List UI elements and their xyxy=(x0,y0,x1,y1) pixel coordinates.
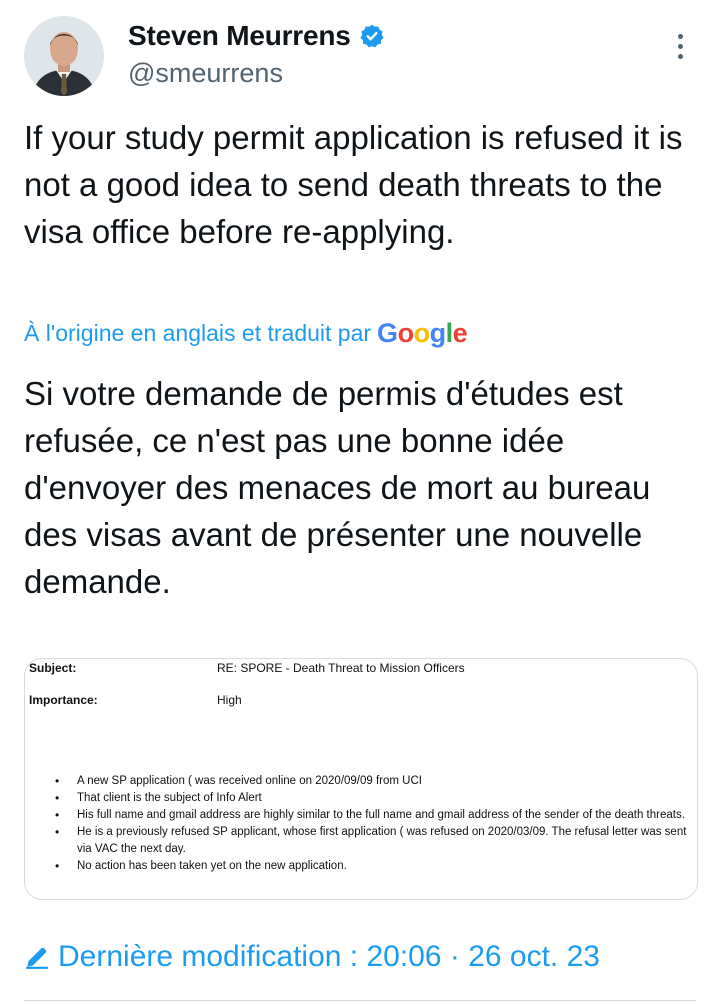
last-edited-link[interactable]: Dernière modification : 20:06 · 26 oct. … xyxy=(24,940,600,974)
google-logo: Google xyxy=(377,318,468,348)
email-subject-label: Subject: xyxy=(29,661,77,675)
translation-attribution[interactable]: À l'origine en anglais et traduit par Go… xyxy=(24,318,468,349)
email-subject-value: RE: SPORE - Death Threat to Mission Offi… xyxy=(217,661,465,675)
display-name[interactable]: Steven Meurrens xyxy=(128,20,351,52)
email-importance-label: Importance: xyxy=(29,693,98,707)
user-handle[interactable]: @smeurrens xyxy=(128,58,283,89)
tweet-header: Steven Meurrens @smeurrens xyxy=(24,14,696,98)
attached-image[interactable]: Subject: RE: SPORE - Death Threat to Mis… xyxy=(24,658,698,900)
list-item: His full name and gmail address are high… xyxy=(55,807,687,824)
tweet-text: If your study permit application is refu… xyxy=(24,119,683,250)
avatar[interactable] xyxy=(24,16,104,96)
list-item: That client is the subject of Info Alert xyxy=(55,790,687,807)
verified-badge-icon xyxy=(359,23,385,49)
email-bullet-list: A new SP application ( was received onli… xyxy=(55,773,687,875)
more-icon[interactable] xyxy=(674,34,686,64)
list-item: He is a previously refused SP applicant,… xyxy=(55,824,687,858)
translated-text: Si votre demande de permis d'études est … xyxy=(24,375,651,600)
last-edited-text: Dernière modification : 20:06 · 26 oct. … xyxy=(58,940,600,973)
email-importance-value: High xyxy=(217,693,242,707)
translation-label: À l'origine en anglais et traduit par xyxy=(24,320,372,346)
divider xyxy=(24,1000,696,1001)
list-item: No action has been taken yet on the new … xyxy=(55,858,687,875)
pencil-icon xyxy=(24,944,50,970)
list-item: A new SP application ( was received onli… xyxy=(55,773,687,790)
